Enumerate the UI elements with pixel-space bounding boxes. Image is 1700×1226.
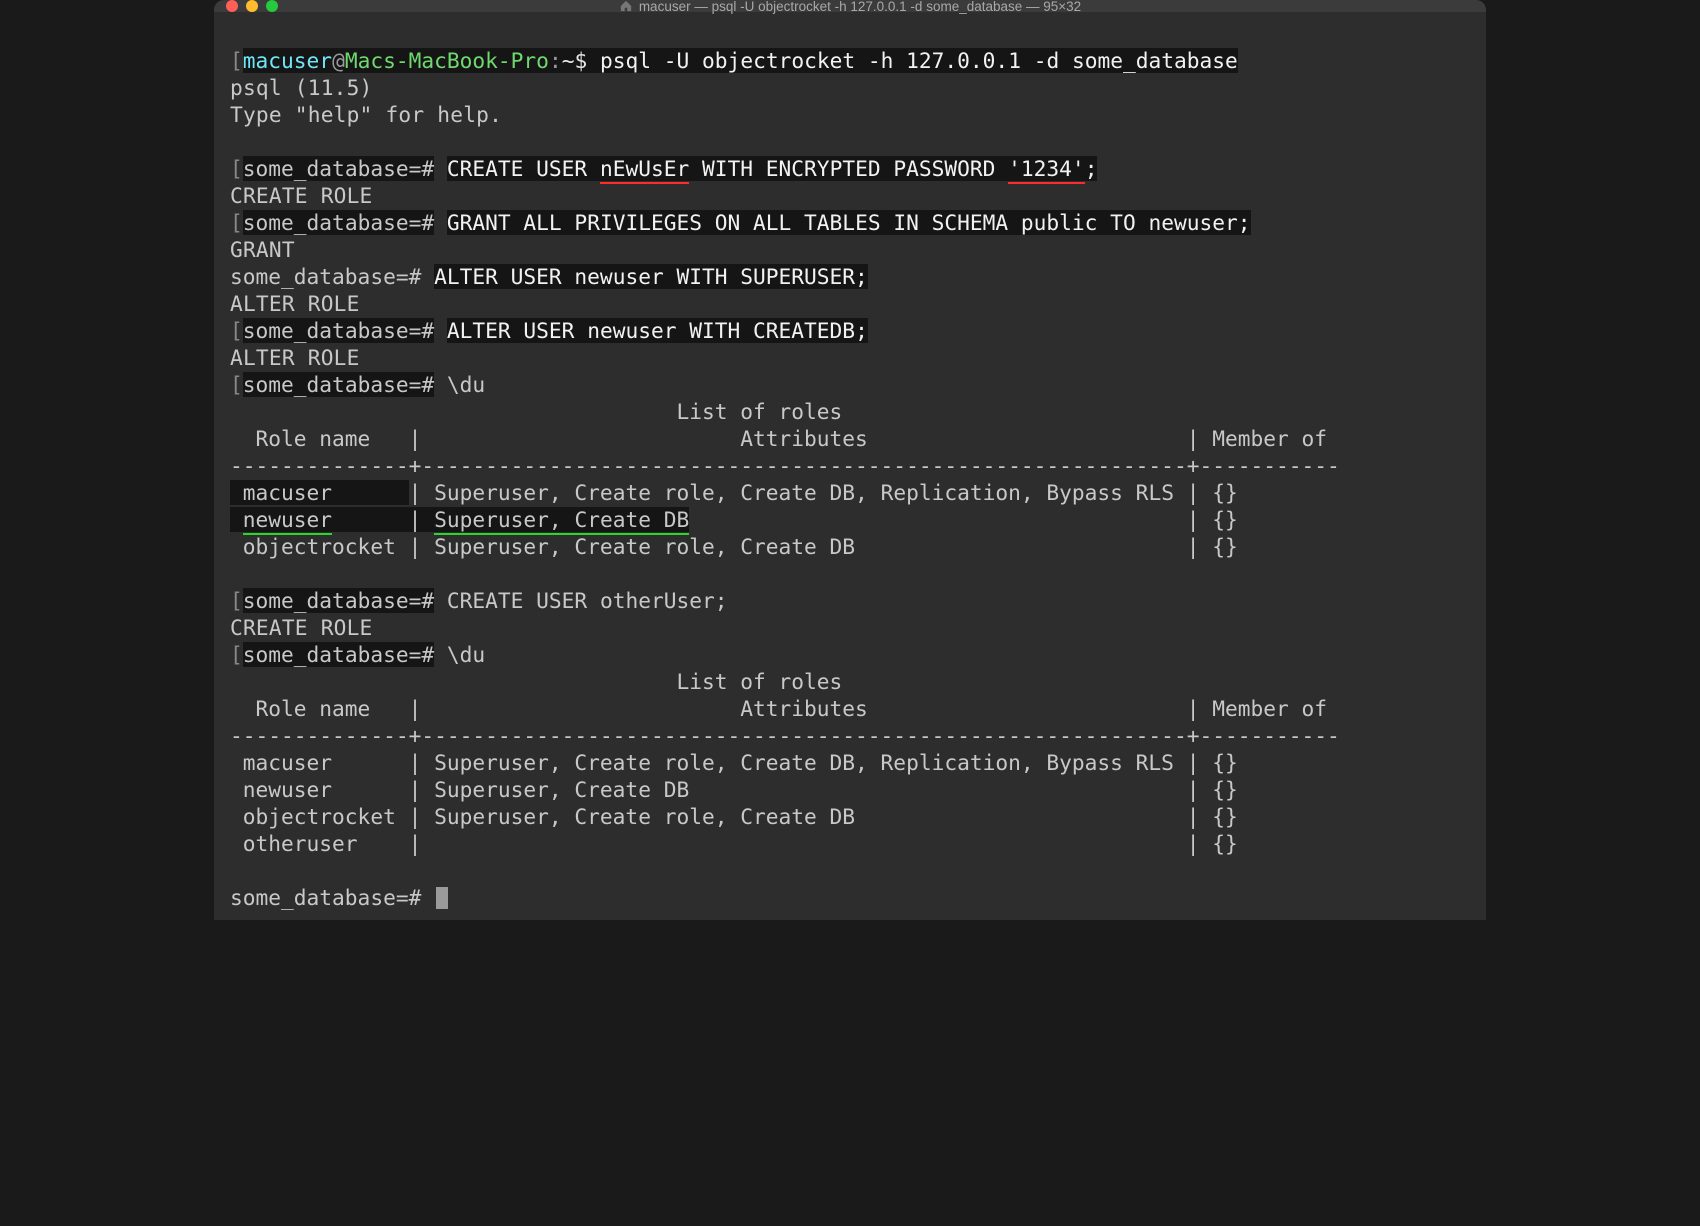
zoom-icon[interactable]: [266, 0, 278, 12]
home-icon: [619, 0, 633, 12]
roles-title: List of roles: [230, 669, 842, 694]
table-row: objectrocket | Superuser, Create role, C…: [230, 804, 1238, 829]
psql-prompt: some_database=#: [243, 588, 434, 613]
window-title-text: macuser — psql -U objectrocket -h 127.0.…: [639, 0, 1081, 14]
table-row-newuser: newuser | Superuser, Create DB: [230, 507, 689, 532]
roles-col-role: Role name |: [230, 426, 421, 451]
terminal-window: macuser — psql -U objectrocket -h 127.0.…: [214, 0, 1486, 920]
psql-prompt: some_database=#: [243, 210, 434, 235]
cmd-du: \du: [447, 372, 485, 397]
psql-banner: psql (11.5): [230, 75, 373, 100]
resp-alter-role: ALTER ROLE: [230, 291, 360, 316]
table-row: | Superuser, Create role, Create DB | {}: [409, 534, 1238, 559]
resp-alter-role: ALTER ROLE: [230, 345, 360, 370]
psql-prompt: some_database=#: [243, 642, 434, 667]
minimize-icon[interactable]: [246, 0, 258, 12]
cursor-icon: [436, 887, 448, 909]
highlight-newuser-attrs: Superuser, Create DB: [434, 507, 689, 535]
highlight-newuser-name: newuser: [243, 507, 332, 535]
prompt-user: macuser: [243, 48, 332, 73]
terminal-output[interactable]: [macuser@Macs-MacBook-Pro:~$ psql -U obj…: [214, 12, 1486, 950]
psql-prompt: some_database=#: [230, 885, 421, 910]
table-row: | Superuser, Create role, Create DB, Rep…: [409, 480, 1238, 505]
psql-prompt: some_database=#: [243, 372, 434, 397]
roles-sep: --------------+-------------------------…: [230, 453, 1340, 478]
cmd-alter-createdb: ALTER USER newuser WITH CREATEDB;: [447, 318, 868, 343]
close-icon[interactable]: [226, 0, 238, 12]
roles-title: List of roles: [230, 399, 842, 424]
table-row: newuser | Superuser, Create DB | {}: [230, 777, 1238, 802]
table-row: macuser | Superuser, Create role, Create…: [230, 750, 1238, 775]
cmd-alter-superuser: ALTER USER newuser WITH SUPERUSER;: [434, 264, 868, 289]
shell-command: psql -U objectrocket -h 127.0.0.1 -d som…: [600, 48, 1238, 73]
psql-prompt: some_database=#: [243, 156, 434, 181]
table-row: objectrocket: [230, 534, 409, 559]
table-row: otheruser | | {}: [230, 831, 1238, 856]
cmd-create-otheruser: CREATE USER otherUser;: [447, 588, 728, 613]
prompt-host: Macs-MacBook-Pro: [345, 48, 549, 73]
cmd-grant: GRANT ALL PRIVILEGES ON ALL TABLES IN SC…: [447, 210, 1251, 235]
table-row: macuser: [230, 480, 409, 505]
cmd-create-user: CREATE USER nEwUsEr WITH ENCRYPTED PASSW…: [447, 156, 1098, 181]
resp-grant: GRANT: [230, 237, 295, 262]
prompt-path: ~: [562, 48, 575, 73]
highlight-username: nEwUsEr: [600, 156, 689, 184]
resp-create-role: CREATE ROLE: [230, 183, 373, 208]
resp-create-role: CREATE ROLE: [230, 615, 373, 640]
highlight-password: '1234': [1008, 156, 1085, 184]
roles-col-attr: Attributes: [421, 426, 1186, 451]
roles-header: Role name | Attributes | Member of: [230, 696, 1340, 721]
traffic-lights: [226, 0, 278, 12]
titlebar: macuser — psql -U objectrocket -h 127.0.…: [214, 0, 1486, 12]
psql-prompt: some_database=#: [243, 318, 434, 343]
roles-sep: --------------+-------------------------…: [230, 723, 1340, 748]
cmd-du: \du: [447, 642, 485, 667]
psql-help-hint: Type "help" for help.: [230, 102, 502, 127]
psql-prompt: some_database=#: [230, 264, 421, 289]
roles-col-member: | Member of: [1187, 426, 1340, 451]
